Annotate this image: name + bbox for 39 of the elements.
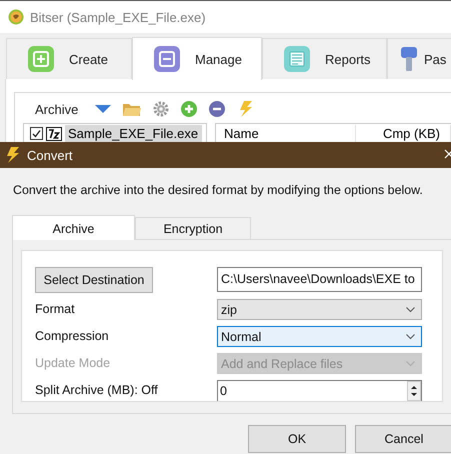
field-label: Compression xyxy=(35,328,110,345)
cancel-button[interactable]: Cancel xyxy=(355,425,451,453)
add-icon[interactable] xyxy=(180,100,198,118)
tab[interactable]: Pas xyxy=(387,38,451,79)
settings-icon[interactable] xyxy=(152,100,170,118)
field-label: Split Archive (MB): Off xyxy=(35,382,159,399)
ok-button[interactable]: OK xyxy=(248,425,346,453)
app-logo-icon xyxy=(8,9,24,25)
tab[interactable]: Archive xyxy=(12,215,135,240)
tab[interactable]: Encryption xyxy=(135,217,251,239)
dropdown[interactable]: zip xyxy=(217,299,422,320)
folder-icon[interactable] xyxy=(122,101,142,117)
tab[interactable]: Manage xyxy=(132,37,262,80)
number-field[interactable]: 0 xyxy=(217,380,422,401)
select-destination-button[interactable]: Select Destination xyxy=(35,267,153,293)
minus-icon xyxy=(153,45,181,73)
dialog-description: Convert the archive into the desired format by modifying the options below. xyxy=(13,183,424,199)
spinner-arrows-icon[interactable] xyxy=(407,381,421,401)
dialog-title: Convert xyxy=(27,148,73,162)
report-icon xyxy=(283,45,311,73)
remove-icon[interactable] xyxy=(208,100,226,118)
dropdown[interactable]: Normal xyxy=(217,326,422,347)
field-label: Format xyxy=(35,301,76,318)
checkbox[interactable] xyxy=(30,127,43,140)
archive-item[interactable]: Sample_EXE_File.exe xyxy=(65,125,202,142)
tab[interactable]: Reports xyxy=(262,38,387,79)
caret-icon xyxy=(406,306,415,312)
caret-icon xyxy=(406,334,415,340)
close-icon[interactable] xyxy=(444,149,451,159)
plus-icon xyxy=(27,45,55,73)
dropdown-arrow-icon[interactable] xyxy=(94,104,112,114)
check-icon xyxy=(32,129,41,138)
toolbar-label: Archive xyxy=(35,102,78,116)
caret-icon xyxy=(406,360,415,366)
window-title: Bitser (Sample_EXE_File.exe) xyxy=(30,10,206,24)
field-label: Update Mode xyxy=(35,355,112,372)
tab[interactable]: Create xyxy=(6,38,132,79)
key-icon xyxy=(400,45,418,73)
destination-field[interactable]: C:\Users\navee\Downloads\EXE to xyxy=(217,267,422,292)
